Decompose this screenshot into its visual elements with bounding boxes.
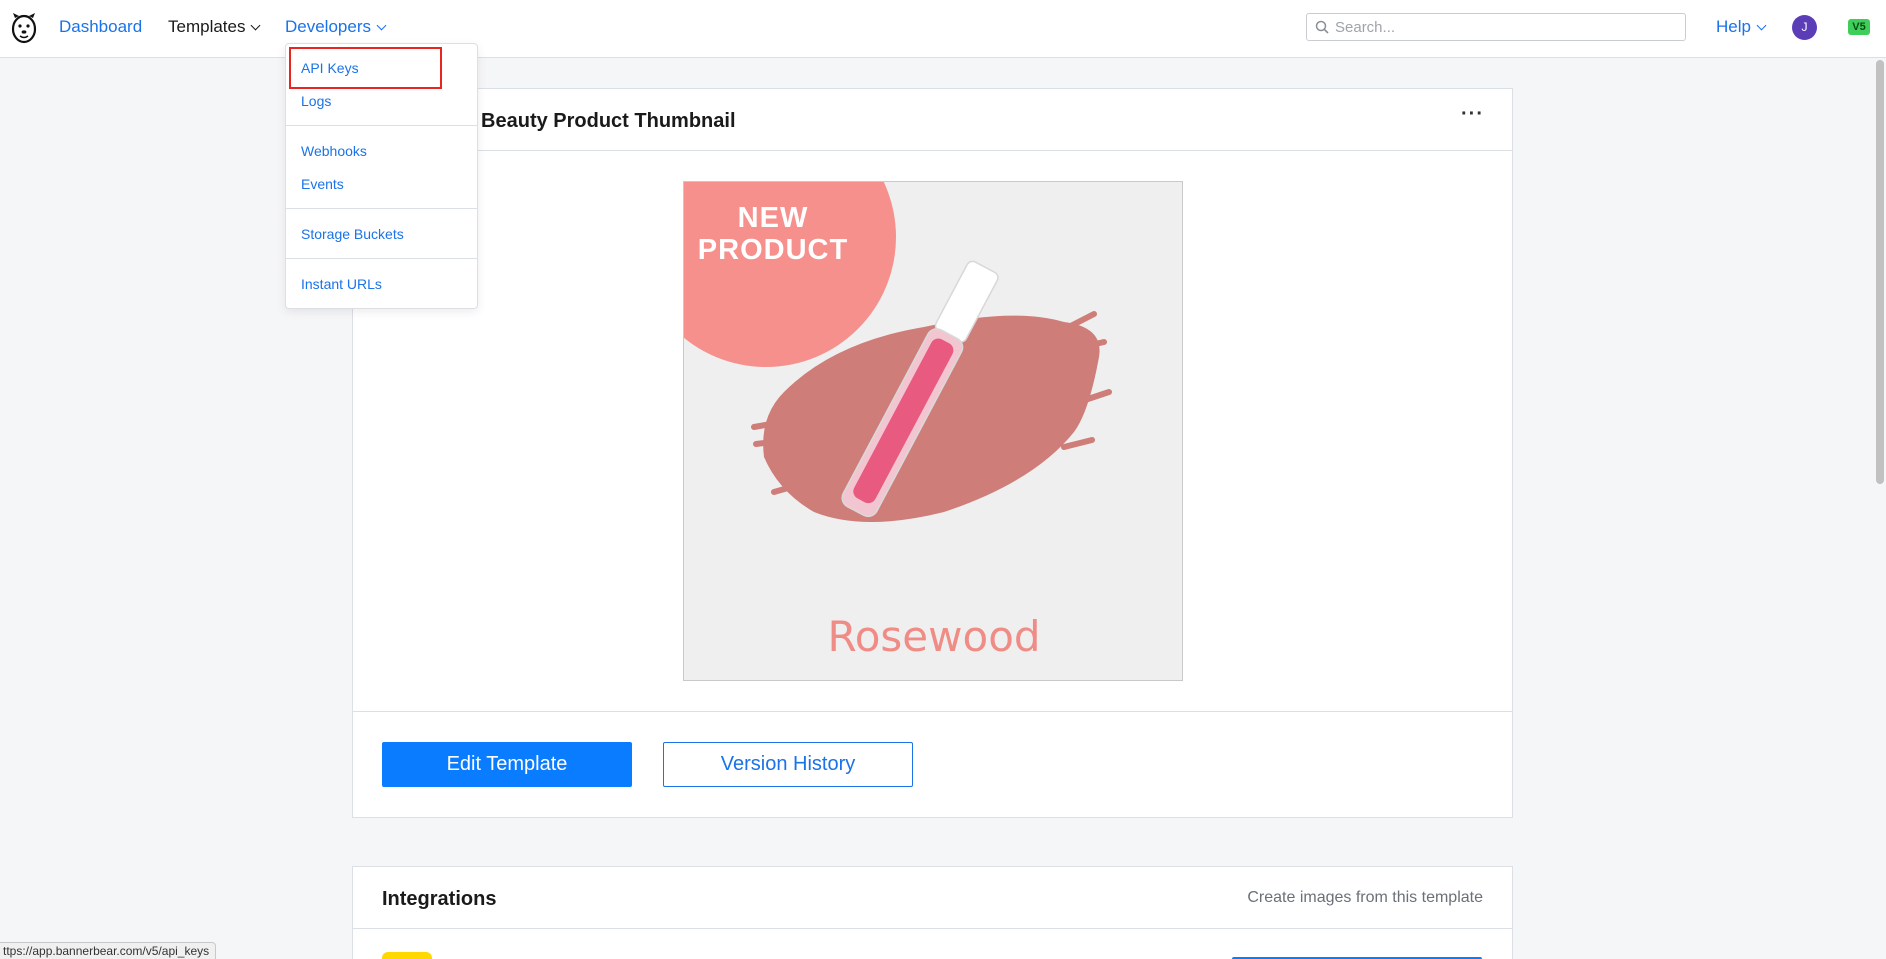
search-box[interactable] — [1306, 13, 1686, 41]
integrations-card: Integrations Create images from this tem… — [352, 866, 1513, 959]
search-icon — [1315, 20, 1329, 34]
menu-divider — [286, 258, 477, 259]
product-name-text: Rosewood — [827, 612, 1041, 661]
template-card: nplates→Beauty Product Thumbnail ··· NEW… — [352, 88, 1513, 818]
integrations-subtitle: Create images from this template — [1247, 889, 1483, 906]
badge-line-product: PRODUCT — [697, 234, 849, 266]
more-options-icon[interactable]: ··· — [1461, 103, 1484, 126]
nav-templates-menu[interactable]: Templates — [168, 17, 261, 37]
template-preview-image: NEW PRODUCT Rosewood — [683, 181, 1183, 681]
template-title: Beauty Product Thumbnail — [481, 110, 736, 132]
nav-templates-label: Templates — [168, 17, 246, 36]
nav-developers-menu[interactable]: Developers — [285, 17, 387, 37]
menu-divider — [286, 208, 477, 209]
top-navbar: Dashboard Templates Developers Help J V5 — [0, 0, 1886, 58]
chevron-down-icon — [251, 20, 261, 31]
new-product-badge: NEW PRODUCT — [694, 202, 852, 266]
template-card-header: nplates→Beauty Product Thumbnail ··· — [353, 89, 1512, 151]
nav-help-label: Help — [1716, 17, 1751, 36]
menu-item-storage-buckets[interactable]: Storage Buckets — [301, 226, 404, 242]
page-scrollbar[interactable] — [1876, 60, 1884, 484]
badge-line-new: NEW — [737, 202, 809, 234]
chevron-down-icon — [376, 20, 387, 31]
integration-app-icon[interactable] — [382, 952, 432, 959]
chevron-down-icon — [1756, 20, 1767, 31]
edit-template-button[interactable]: Edit Template — [382, 742, 632, 787]
integrations-title: Integrations — [382, 888, 497, 910]
version-history-button[interactable]: Version History — [663, 742, 913, 787]
menu-item-events[interactable]: Events — [301, 176, 344, 192]
user-avatar[interactable]: J — [1792, 15, 1817, 40]
menu-item-webhooks[interactable]: Webhooks — [301, 143, 367, 159]
integrations-header: Integrations Create images from this tem… — [353, 867, 1512, 929]
menu-divider — [286, 125, 477, 126]
api-keys-highlight-box — [289, 47, 442, 89]
bannerbear-logo-icon[interactable] — [10, 10, 38, 44]
card-divider — [353, 711, 1512, 712]
search-input[interactable] — [1335, 17, 1675, 37]
version-badge[interactable]: V5 — [1848, 19, 1870, 35]
nav-developers-label: Developers — [285, 17, 371, 36]
nav-dashboard-link[interactable]: Dashboard — [59, 17, 142, 37]
menu-item-instant-urls[interactable]: Instant URLs — [301, 276, 382, 292]
status-bar-url: ttps://app.bannerbear.com/v5/api_keys — [0, 942, 217, 959]
nav-help-menu[interactable]: Help — [1716, 17, 1767, 37]
menu-item-logs[interactable]: Logs — [301, 93, 331, 109]
